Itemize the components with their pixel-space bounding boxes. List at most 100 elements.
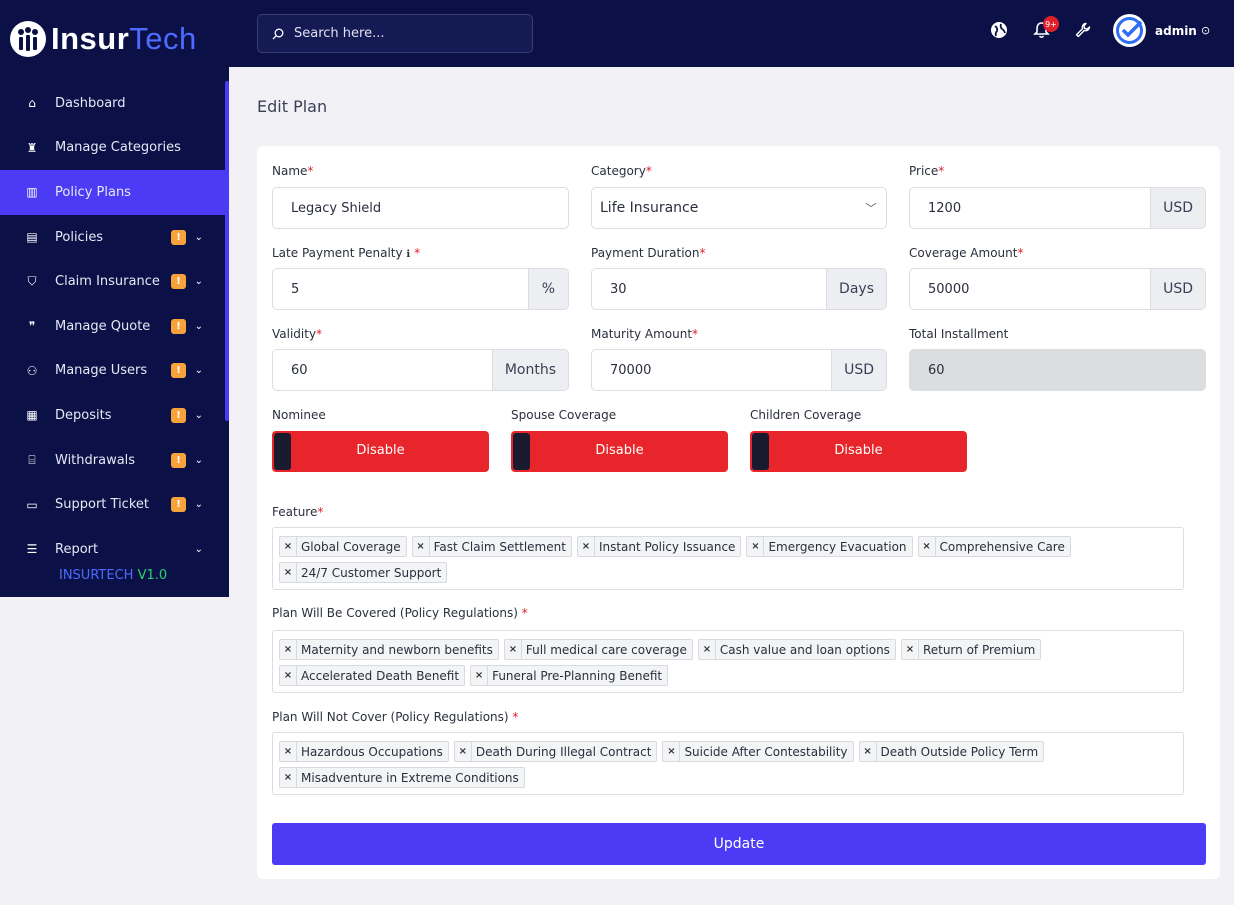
alert-badge: ! bbox=[171, 497, 186, 513]
tag-chip: × Full medical care coverage bbox=[503, 639, 693, 660]
children-toggle[interactable]: Disable bbox=[750, 431, 967, 472]
price-field[interactable]: 1200 USD bbox=[909, 187, 1206, 229]
sidebar-item-manage-categories[interactable]: ♜ Manage Categories bbox=[0, 126, 225, 171]
remove-tag-icon[interactable]: × bbox=[455, 742, 472, 761]
remove-tag-icon[interactable]: × bbox=[860, 742, 877, 761]
tag-chip: × Instant Policy Issuance bbox=[576, 536, 742, 557]
update-button[interactable]: Update bbox=[272, 823, 1206, 865]
bank-icon: ⌸ bbox=[28, 452, 36, 467]
remove-tag-icon[interactable]: × bbox=[280, 666, 297, 685]
sidebar-item-label: Withdrawals bbox=[55, 452, 136, 468]
alert-badge: ! bbox=[171, 318, 186, 334]
spouse-toggle[interactable]: Disable bbox=[511, 431, 728, 472]
sidebar-item-deposits[interactable]: ▦ Deposits! ⌄ bbox=[0, 393, 225, 438]
tag-chip: × 24/7 Customer Support bbox=[279, 562, 448, 583]
sidebar-item-policies[interactable]: ▤ Policies! ⌄ bbox=[0, 215, 225, 260]
sidebar-item-label: Deposits bbox=[55, 407, 112, 423]
sidebar-item-manage-users[interactable]: ⚇ Manage Users! ⌄ bbox=[0, 349, 225, 394]
page-title: Edit Plan bbox=[257, 97, 328, 116]
tag-label: Suicide After Contestability bbox=[684, 744, 848, 759]
maturity-label: Maturity Amount* bbox=[591, 327, 699, 341]
remove-tag-icon[interactable]: × bbox=[280, 768, 297, 787]
tag-chip: × Comprehensive Care bbox=[917, 536, 1071, 557]
tag-label: Cash value and loan options bbox=[719, 642, 890, 657]
remove-tag-icon[interactable]: × bbox=[471, 666, 489, 685]
sidebar-item-label: Manage Categories bbox=[55, 140, 181, 156]
validity-field[interactable]: 60 Months bbox=[272, 349, 569, 391]
remove-tag-icon[interactable]: × bbox=[699, 640, 716, 659]
tag-label: 24/7 Customer Support bbox=[301, 565, 442, 580]
sidebar-item-policy-plans[interactable]: ▥ Policy Plans bbox=[0, 170, 225, 215]
coverage-field[interactable]: 50000 USD bbox=[909, 268, 1206, 310]
remove-tag-icon[interactable]: × bbox=[413, 537, 430, 556]
avatar[interactable] bbox=[1113, 14, 1146, 47]
feature-tags-input[interactable]: × Global Coverage × Fast Claim Settlement × I… bbox=[272, 527, 1184, 590]
sidebar-item-label: Manage Users bbox=[55, 363, 148, 379]
toggle-state: Disable bbox=[356, 443, 405, 458]
tag-chip: × Cash value and loan options bbox=[697, 639, 896, 660]
tag-chip: × Emergency Evacuation bbox=[746, 536, 913, 557]
remove-tag-icon[interactable]: × bbox=[280, 537, 297, 556]
tag-label: Death During Illegal Contract bbox=[475, 744, 652, 759]
chevron-down-icon: ﹀ bbox=[865, 202, 877, 215]
shield-icon: ⛉ bbox=[27, 274, 37, 289]
user-name[interactable]: admin bbox=[1155, 24, 1197, 38]
deposit-icon: ▦ bbox=[26, 408, 38, 423]
penalty-label: Late Payment Penalty ℹ * bbox=[272, 246, 421, 260]
covered-tags-input[interactable]: × Maternity and newborn benefits × Full med… bbox=[272, 630, 1184, 693]
remove-tag-icon[interactable]: × bbox=[747, 537, 765, 556]
tag-chip: × Funeral Pre-Planning Benefit bbox=[470, 665, 669, 686]
not-covered-tags-input[interactable]: × Hazardous Occupations × Death During Ille… bbox=[272, 732, 1184, 795]
user-menu-chevron-icon[interactable]: ⊙ bbox=[1201, 24, 1210, 37]
toggle-state: Disable bbox=[834, 443, 883, 458]
duration-label: Payment Duration* bbox=[591, 246, 706, 260]
search-input[interactable] bbox=[294, 26, 514, 41]
remove-tag-icon[interactable]: × bbox=[902, 640, 919, 659]
chart-icon: ▥ bbox=[26, 185, 38, 200]
spouse-label: Spouse Coverage bbox=[511, 408, 617, 422]
search-box[interactable] bbox=[257, 14, 533, 53]
name-field[interactable]: Legacy Shield bbox=[272, 187, 569, 229]
notification-icon[interactable]: 9+ bbox=[1031, 16, 1059, 40]
sidebar-item-manage-quote[interactable]: ❞ Manage Quote! ⌄ bbox=[0, 304, 225, 349]
chevron-down-icon: ⌄ bbox=[194, 231, 203, 243]
info-icon[interactable]: ℹ bbox=[406, 249, 410, 260]
sidebar-scrollbar[interactable] bbox=[225, 81, 229, 421]
sidebar-item-report[interactable]: ☰ Report ⌄ bbox=[0, 527, 225, 572]
remove-tag-icon[interactable]: × bbox=[280, 563, 297, 582]
sidebar-item-support-ticket[interactable]: ▭ Support Ticket! ⌄ bbox=[0, 482, 225, 527]
remove-tag-icon[interactable]: × bbox=[919, 537, 936, 556]
coverage-label: Coverage Amount* bbox=[909, 246, 1024, 260]
remove-tag-icon[interactable]: × bbox=[280, 640, 297, 659]
validity-unit: Months bbox=[491, 350, 568, 390]
tag-chip: × Global Coverage bbox=[279, 536, 407, 557]
language-icon[interactable] bbox=[989, 20, 1009, 40]
maturity-field[interactable]: 70000 USD bbox=[591, 349, 887, 391]
penalty-field[interactable]: 5% bbox=[272, 268, 569, 310]
toggle-state: Disable bbox=[595, 443, 644, 458]
logo-icon bbox=[10, 20, 46, 57]
sidebar-item-dashboard[interactable]: ⌂ Dashboard bbox=[0, 81, 225, 126]
tag-label: Full medical care coverage bbox=[525, 642, 687, 657]
document-icon: ▤ bbox=[26, 230, 38, 245]
tag-chip: × Accelerated Death Benefit bbox=[279, 665, 466, 686]
tag-label: Maternity and newborn benefits bbox=[301, 642, 493, 657]
nominee-toggle[interactable]: Disable bbox=[272, 431, 489, 472]
remove-tag-icon[interactable]: × bbox=[578, 537, 595, 556]
remove-tag-icon[interactable]: × bbox=[280, 742, 297, 761]
alert-badge: ! bbox=[171, 407, 186, 423]
tag-chip: × Fast Claim Settlement bbox=[411, 536, 572, 557]
remove-tag-icon[interactable]: × bbox=[505, 640, 522, 659]
tag-chip: × Death Outside Policy Term bbox=[858, 741, 1045, 762]
sidebar-item-withdrawals[interactable]: ⌸ Withdrawals! ⌄ bbox=[0, 438, 225, 483]
duration-field[interactable]: 30 Days bbox=[591, 268, 887, 310]
settings-wrench-icon[interactable] bbox=[1073, 20, 1093, 40]
brand-logo[interactable]: InsurTech bbox=[0, 0, 229, 77]
category-select[interactable]: Life Insurance ﹀ bbox=[591, 187, 887, 229]
remove-tag-icon[interactable]: × bbox=[663, 742, 681, 761]
sidebar-item-claim-insurance[interactable]: ⛉ Claim Insurance! ⌄ bbox=[0, 259, 225, 304]
validity-label: Validity* bbox=[272, 327, 323, 341]
chevron-down-icon: ⌄ bbox=[194, 365, 203, 377]
sidebar: InsurTech ⌂ Dashboard ♜ Manage Categories ▥ P… bbox=[0, 0, 229, 597]
home-icon: ⌂ bbox=[28, 96, 36, 111]
